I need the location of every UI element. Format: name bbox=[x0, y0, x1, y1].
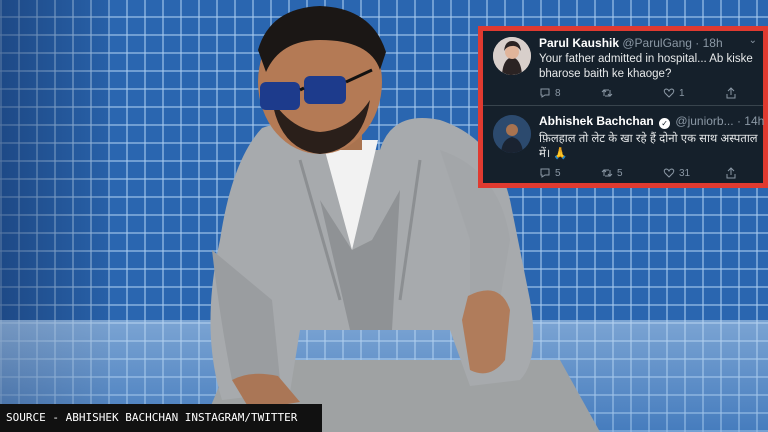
tweet-parul: Parul Kaushik @ParulGang · 18h ⌄ Your fa… bbox=[483, 31, 763, 105]
tweet-actions: 8 1 bbox=[539, 87, 768, 99]
reply-button[interactable]: 8 bbox=[539, 87, 601, 99]
like-button[interactable]: 31 bbox=[663, 167, 725, 179]
share-button[interactable] bbox=[725, 87, 768, 99]
hand bbox=[462, 290, 510, 374]
tweet-text: फ़िलहाल तो लेट के खा रहे हैं दोनो एक साथ… bbox=[539, 133, 758, 160]
reply-button[interactable]: 5 bbox=[539, 167, 601, 179]
reply-icon bbox=[540, 88, 550, 98]
like-count: 31 bbox=[679, 167, 691, 179]
display-name[interactable]: Abhishek Bachchan bbox=[539, 114, 654, 128]
like-count: 1 bbox=[679, 87, 685, 99]
twitter-screenshot-card: Parul Kaushik @ParulGang · 18h ⌄ Your fa… bbox=[478, 26, 768, 188]
photo-scene: Parul Kaushik @ParulGang · 18h ⌄ Your fa… bbox=[0, 0, 768, 432]
reply-count: 5 bbox=[555, 167, 561, 179]
share-icon bbox=[726, 87, 736, 99]
handle[interactable]: @juniorb... bbox=[675, 114, 733, 128]
tweet-header: Parul Kaushik @ParulGang · 18h bbox=[539, 36, 723, 50]
divider bbox=[483, 105, 763, 106]
retweet-button[interactable]: 5 bbox=[601, 167, 663, 179]
verified-badge-icon: ✓ bbox=[659, 118, 671, 129]
share-button[interactable] bbox=[725, 167, 768, 179]
tweet-text: Your father admitted in hospital... Ab k… bbox=[539, 53, 753, 80]
tweet-actions: 5 5 31 bbox=[539, 167, 768, 179]
reply-icon bbox=[540, 168, 550, 178]
heart-icon bbox=[663, 168, 675, 178]
avatar bbox=[493, 37, 531, 75]
avatar bbox=[493, 115, 531, 153]
chevron-down-icon[interactable]: ⌄ bbox=[749, 35, 757, 46]
timestamp[interactable]: 18h bbox=[703, 36, 723, 50]
like-button[interactable]: 1 bbox=[663, 87, 725, 99]
retweet-icon bbox=[601, 89, 613, 97]
timestamp[interactable]: 14h bbox=[744, 114, 764, 128]
tweet-header: Abhishek Bachchan ✓ @juniorb... · 14h bbox=[539, 114, 765, 129]
retweet-button[interactable] bbox=[601, 87, 663, 99]
source-caption: SOURCE - ABHISHEK BACHCHAN INSTAGRAM/TWI… bbox=[0, 404, 322, 432]
display-name[interactable]: Parul Kaushik bbox=[539, 36, 619, 50]
handle[interactable]: @ParulGang bbox=[622, 36, 692, 50]
heart-icon bbox=[663, 88, 675, 98]
share-icon bbox=[726, 167, 736, 179]
reply-count: 8 bbox=[555, 87, 561, 99]
retweet-icon bbox=[601, 169, 613, 177]
tweet-abhishek: Abhishek Bachchan ✓ @juniorb... · 14h फ़… bbox=[483, 107, 765, 187]
retweet-count: 5 bbox=[617, 167, 623, 179]
